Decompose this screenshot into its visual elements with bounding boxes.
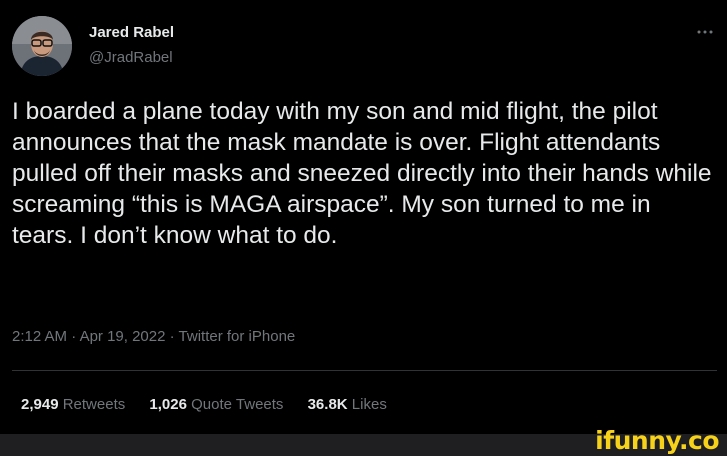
quote-tweets-stat[interactable]: 1,026 Quote Tweets [149,396,283,413]
likes-count: 36.8K [307,396,348,413]
more-options-button[interactable] [697,22,713,38]
meta-separator: · [169,328,175,345]
retweets-stat[interactable]: 2,949 Retweets [21,396,125,413]
tweet-source[interactable]: Twitter for iPhone [179,328,296,345]
more-horizontal-icon [697,30,713,34]
tweet-meta: 2:12 AM · Apr 19, 2022 · Twitter for iPh… [12,328,295,345]
author-name[interactable]: Jared Rabel [89,24,174,41]
retweets-count: 2,949 [21,396,59,413]
tweet-card: Jared Rabel @JradRabel I boarded a plane… [0,0,727,434]
likes-label: Likes [351,396,387,413]
avatar[interactable] [12,16,72,76]
tweet-date[interactable]: Apr 19, 2022 [80,328,166,345]
divider [12,370,717,371]
quote-tweets-label: Quote Tweets [191,396,284,413]
tweet-time[interactable]: 2:12 AM [12,328,67,345]
quote-tweets-count: 1,026 [149,396,187,413]
meta-separator: · [71,328,77,345]
ifunny-watermark: ifunny.co [595,426,719,455]
watermark-text: ifunny.co [595,426,719,455]
author-handle[interactable]: @JradRabel [89,49,173,66]
tweet-stats: 2,949 Retweets 1,026 Quote Tweets 36.8K … [12,396,407,413]
avatar-image [12,16,72,76]
tweet-text: I boarded a plane today with my son and … [12,98,719,249]
likes-stat[interactable]: 36.8K Likes [308,396,387,413]
retweets-label: Retweets [62,396,126,413]
